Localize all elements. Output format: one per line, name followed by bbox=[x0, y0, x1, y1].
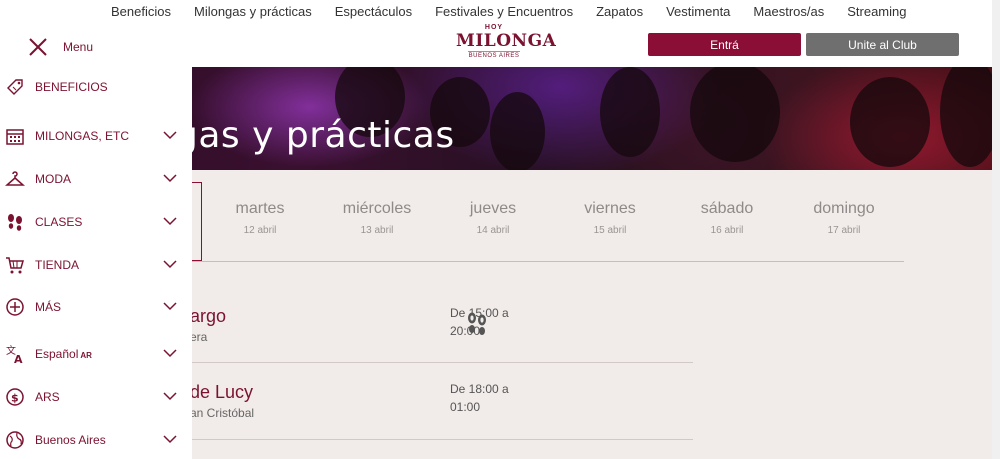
tab-miercoles[interactable]: miércoles 13 abril bbox=[322, 200, 432, 236]
hanger-icon bbox=[5, 171, 25, 186]
tab-day-name: miércoles bbox=[342, 200, 412, 217]
tab-day-name: sábado bbox=[700, 200, 754, 217]
chevron-down-icon[interactable] bbox=[163, 434, 177, 444]
close-icon[interactable] bbox=[28, 37, 48, 57]
sidebar-item-beneficios[interactable]: BENEFICIOS bbox=[0, 72, 192, 102]
site-logo[interactable]: HOY MILONGA BUENOS AIRES bbox=[456, 24, 557, 66]
svg-text:$: $ bbox=[11, 392, 19, 405]
sidebar-item-mas[interactable]: MÁS bbox=[0, 292, 192, 322]
event-row[interactable]: argo era De 15:00 a 20:00 bbox=[190, 285, 693, 363]
event-venue: era bbox=[190, 330, 208, 344]
sidebar-item-moda[interactable]: MODA bbox=[0, 164, 192, 194]
chevron-down-icon[interactable] bbox=[163, 130, 177, 140]
tab-day-date: 13 abril bbox=[360, 225, 394, 236]
hero-photo-figure bbox=[850, 77, 930, 167]
sidebar-item-label: MILONGAS, ETC bbox=[35, 129, 130, 143]
tab-domingo[interactable]: domingo 17 abril bbox=[789, 200, 899, 236]
sidebar-item-label: MÁS bbox=[35, 300, 62, 314]
event-title[interactable]: de Lucy bbox=[190, 382, 253, 403]
tab-day-name: martes bbox=[235, 200, 285, 217]
sidebar-item-currency[interactable]: $ ARS bbox=[0, 382, 192, 412]
login-button[interactable]: Entrá bbox=[648, 33, 801, 56]
translate-icon: 文 A bbox=[6, 344, 23, 364]
event-time: De 18:00 a 01:00 bbox=[450, 380, 509, 416]
tab-sabado[interactable]: sábado 16 abril bbox=[672, 200, 782, 236]
nav-link-espectaculos[interactable]: Espectáculos bbox=[335, 4, 412, 19]
event-title[interactable]: argo bbox=[190, 306, 226, 327]
logo-bottom-text: BUENOS AIRES bbox=[468, 51, 520, 59]
tab-martes[interactable]: martes 12 abril bbox=[205, 200, 315, 236]
sidebar-item-city[interactable]: Buenos Aires bbox=[0, 425, 192, 455]
chevron-down-icon[interactable] bbox=[163, 216, 177, 226]
nav-link-milongas[interactable]: Milongas y prácticas bbox=[194, 4, 312, 19]
sidebar-item-label: TIENDA bbox=[35, 258, 80, 272]
chevron-down-icon[interactable] bbox=[163, 391, 177, 401]
language-region: AR bbox=[80, 351, 92, 360]
page-title: gas y prácticas bbox=[175, 115, 455, 156]
sidebar-menu: Menu BENEFICIOS MILONGAS, ETC MODA CLASE… bbox=[0, 22, 192, 459]
page-scrollbar[interactable] bbox=[992, 0, 1000, 459]
tab-day-date: 14 abril bbox=[476, 225, 510, 236]
sidebar-item-label: Buenos Aires bbox=[35, 433, 106, 447]
logo-main-text: MILONGA bbox=[456, 31, 557, 51]
nav-link-vestimenta[interactable]: Vestimenta bbox=[666, 4, 730, 19]
nav-link-beneficios[interactable]: Beneficios bbox=[111, 4, 171, 19]
sidebar-item-label: CLASES bbox=[35, 215, 83, 229]
event-time-end: 01:00 bbox=[450, 400, 481, 414]
sidebar-item-label: MODA bbox=[35, 172, 71, 186]
sidebar-item-milongas[interactable]: MILONGAS, ETC bbox=[0, 121, 192, 151]
nav-link-zapatos[interactable]: Zapatos bbox=[596, 4, 643, 19]
chevron-down-icon[interactable] bbox=[163, 173, 177, 183]
calendar-icon bbox=[6, 129, 24, 145]
event-venue: an Cristóbal bbox=[190, 406, 255, 420]
nav-link-streaming[interactable]: Streaming bbox=[847, 4, 906, 19]
chevron-down-icon[interactable] bbox=[163, 348, 177, 358]
tab-jueves[interactable]: jueves 14 abril bbox=[438, 200, 548, 236]
nav-link-festivales[interactable]: Festivales y Encuentros bbox=[435, 4, 573, 19]
sidebar-item-clases[interactable]: CLASES bbox=[0, 207, 192, 237]
sidebar-item-tienda[interactable]: TIENDA bbox=[0, 250, 192, 280]
tab-day-date: 17 abril bbox=[827, 225, 861, 236]
tab-day-date: 12 abril bbox=[243, 225, 277, 236]
tab-viernes[interactable]: viernes 15 abril bbox=[555, 200, 665, 236]
chevron-down-icon[interactable] bbox=[163, 259, 177, 269]
event-time-start: De 18:00 a bbox=[450, 382, 509, 396]
event-row[interactable]: de Lucy an Cristóbal De 18:00 a 01:00 bbox=[190, 363, 693, 440]
menu-label[interactable]: Menu bbox=[63, 40, 93, 54]
tab-day-date: 15 abril bbox=[593, 225, 627, 236]
language-name: Español bbox=[35, 347, 79, 361]
sidebar-item-label: ARS bbox=[35, 390, 60, 404]
nav-link-maestros[interactable]: Maestros/as bbox=[753, 4, 824, 19]
tab-day-name: domingo bbox=[813, 200, 875, 217]
currency-icon: $ bbox=[6, 388, 24, 406]
tab-day-name: jueves bbox=[469, 200, 517, 217]
day-tabs: martes 12 abril miércoles 13 abril jueve… bbox=[190, 182, 904, 262]
join-club-button[interactable]: Unite al Club bbox=[806, 33, 959, 56]
tab-day-name: viernes bbox=[584, 200, 636, 217]
tag-icon bbox=[7, 79, 23, 95]
cart-icon bbox=[6, 257, 24, 274]
sidebar-item-label: Español AR bbox=[35, 347, 92, 361]
hero-photo-figure bbox=[490, 92, 545, 170]
hero-photo-figure bbox=[940, 67, 992, 167]
top-navigation: Beneficios Milongas y prácticas Espectác… bbox=[0, 0, 992, 22]
tab-day-date: 16 abril bbox=[710, 225, 744, 236]
dance-shoes-icon bbox=[468, 312, 486, 335]
sidebar-item-language[interactable]: 文 A Español AR bbox=[0, 339, 192, 369]
sidebar-item-label: BENEFICIOS bbox=[35, 80, 108, 94]
hero-photo-figure bbox=[600, 67, 660, 157]
svg-text:A: A bbox=[14, 353, 23, 364]
hero-photo-figure bbox=[690, 67, 780, 162]
chevron-down-icon[interactable] bbox=[163, 301, 177, 311]
globe-icon bbox=[6, 431, 24, 449]
plus-circle-icon bbox=[6, 298, 24, 316]
footprints-icon bbox=[8, 214, 22, 231]
